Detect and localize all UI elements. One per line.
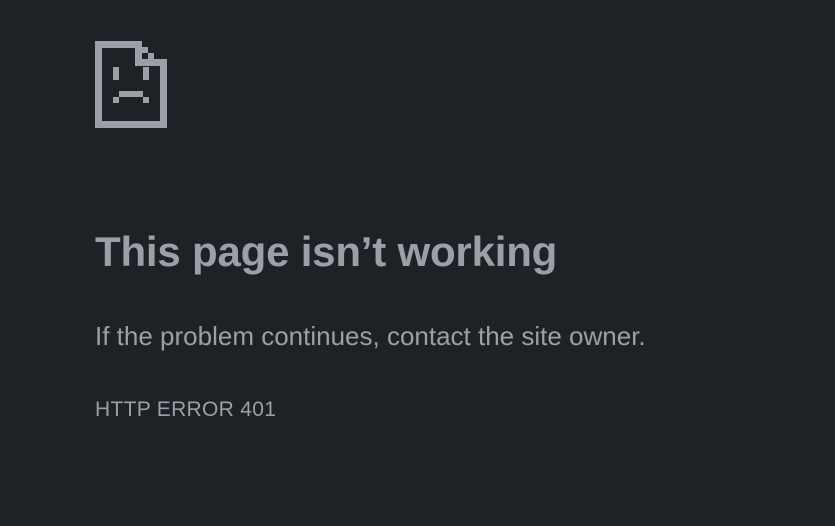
error-message: If the problem continues, contact the si… [95,321,646,351]
error-page: This page isn’t working If the problem c… [0,0,835,526]
page-title: This page isn’t working [95,228,558,275]
sad-page-icon [95,41,167,128]
error-code: HTTP ERROR 401 [95,398,277,421]
